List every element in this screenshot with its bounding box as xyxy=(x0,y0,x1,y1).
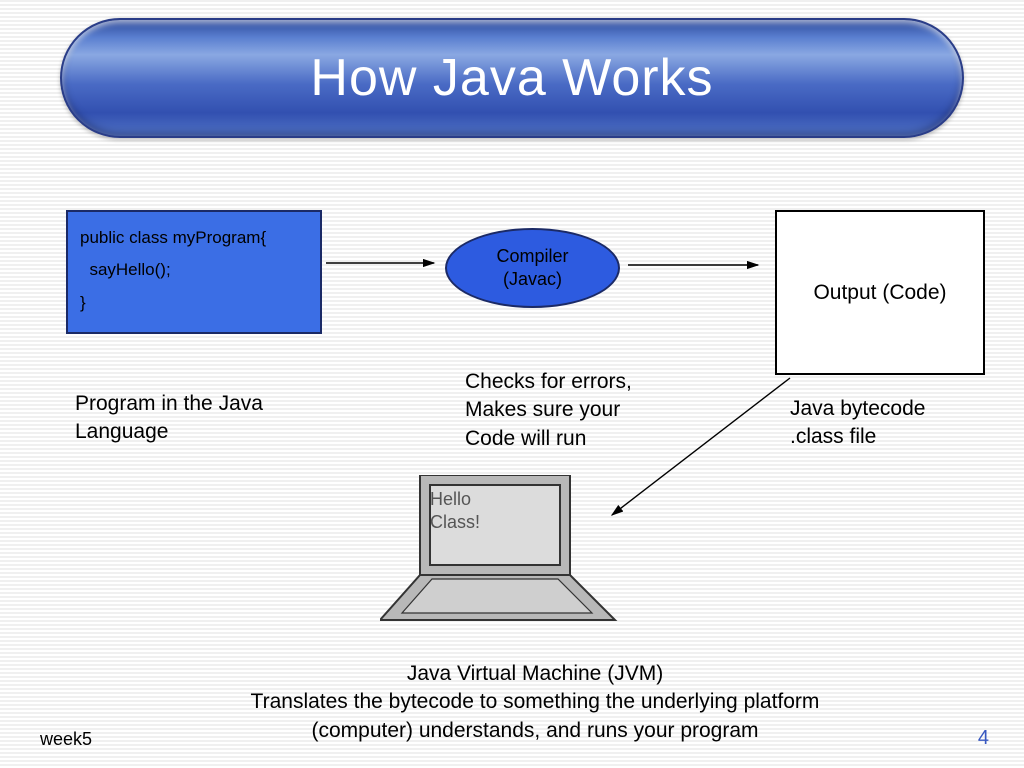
caption-java-program: Program in the Java Language xyxy=(75,390,335,447)
compiler-label-1: Compiler xyxy=(496,245,568,268)
slide-title-pill: How Java Works xyxy=(60,18,964,138)
code-line-3: } xyxy=(80,287,308,319)
output-bytecode-box: Output (Code) xyxy=(775,210,985,375)
arrow-compiler-to-output xyxy=(628,255,768,275)
arrow-source-to-compiler xyxy=(326,253,444,273)
caption-compiler-desc: Checks for errors, Makes sure your Code … xyxy=(465,368,725,453)
laptop-screen-text: Hello Class! xyxy=(430,488,480,533)
code-line-1: public class myProgram{ xyxy=(80,222,308,254)
caption-jvm: Java Virtual Machine (JVM) Translates th… xyxy=(205,660,865,745)
compiler-node: Compiler (Javac) xyxy=(445,228,620,308)
laptop-icon xyxy=(380,475,620,625)
compiler-label-2: (Javac) xyxy=(503,268,562,291)
caption-bytecode: Java bytecode .class file xyxy=(790,395,1010,452)
screen-line-2: Class! xyxy=(430,511,480,534)
footer-page-number: 4 xyxy=(978,727,989,750)
screen-line-1: Hello xyxy=(430,488,480,511)
slide-title-text: How Java Works xyxy=(310,48,713,108)
footer-week: week5 xyxy=(40,729,92,750)
java-source-box: public class myProgram{ sayHello(); } xyxy=(66,210,322,334)
code-line-2: sayHello(); xyxy=(80,254,308,286)
output-label: Output (Code) xyxy=(813,281,946,305)
